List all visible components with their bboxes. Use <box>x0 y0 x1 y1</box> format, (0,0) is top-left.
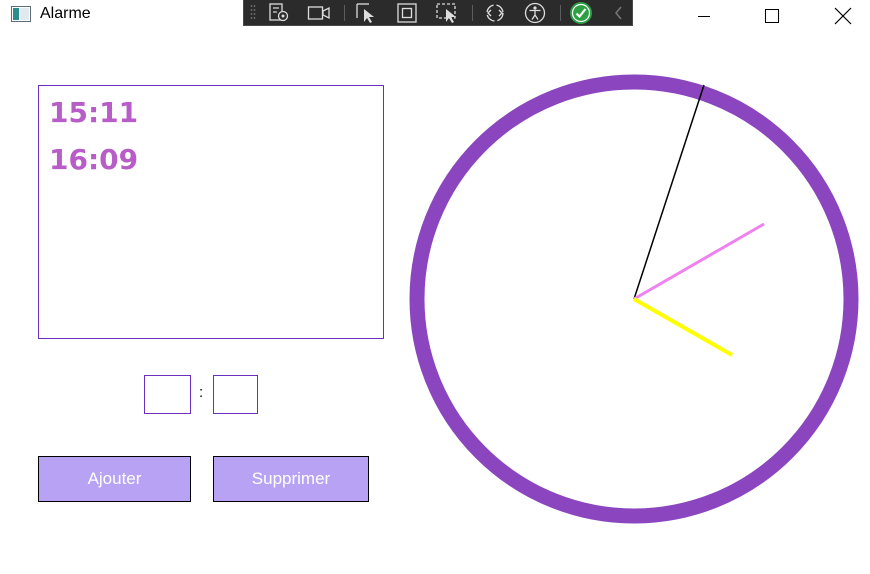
alarm-window: Alarme 15:11 16:09: Ajouter Supprimer <box>0 0 870 574</box>
analog-clock <box>409 74 859 524</box>
